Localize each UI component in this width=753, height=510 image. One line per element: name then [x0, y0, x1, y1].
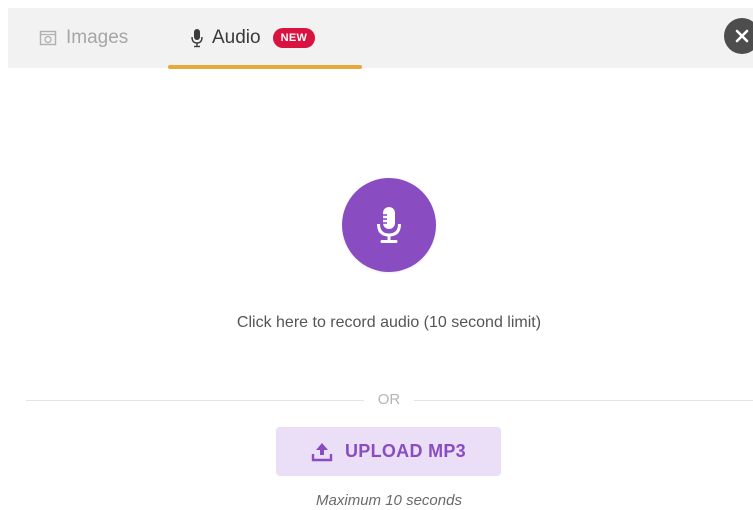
- upload-limit-note: Maximum 10 seconds: [316, 492, 462, 509]
- active-tab-indicator: [168, 65, 362, 69]
- or-separator: OR: [377, 391, 401, 408]
- tab-images[interactable]: Images: [38, 8, 128, 68]
- record-audio-button[interactable]: [342, 178, 436, 272]
- divider-left: [26, 400, 364, 401]
- divider-right: [414, 400, 753, 401]
- tab-audio[interactable]: Audio NEW: [168, 8, 362, 69]
- tab-audio-label: Audio: [212, 27, 261, 48]
- close-button[interactable]: [724, 18, 753, 54]
- tab-images-label: Images: [66, 27, 129, 48]
- upload-mp3-button[interactable]: UPLOAD MP3: [276, 427, 501, 476]
- upload-mp3-label: UPLOAD MP3: [344, 441, 466, 461]
- close-icon: [735, 29, 749, 43]
- image-icon: [38, 28, 58, 48]
- tab-bar: Images Audio NEW: [8, 8, 753, 69]
- new-badge: NEW: [272, 28, 316, 48]
- upload-icon: [311, 442, 333, 462]
- microphone-icon: [190, 28, 204, 48]
- record-instruction[interactable]: Click here to record audio (10 second li…: [0, 314, 753, 332]
- microphone-icon: [376, 207, 402, 243]
